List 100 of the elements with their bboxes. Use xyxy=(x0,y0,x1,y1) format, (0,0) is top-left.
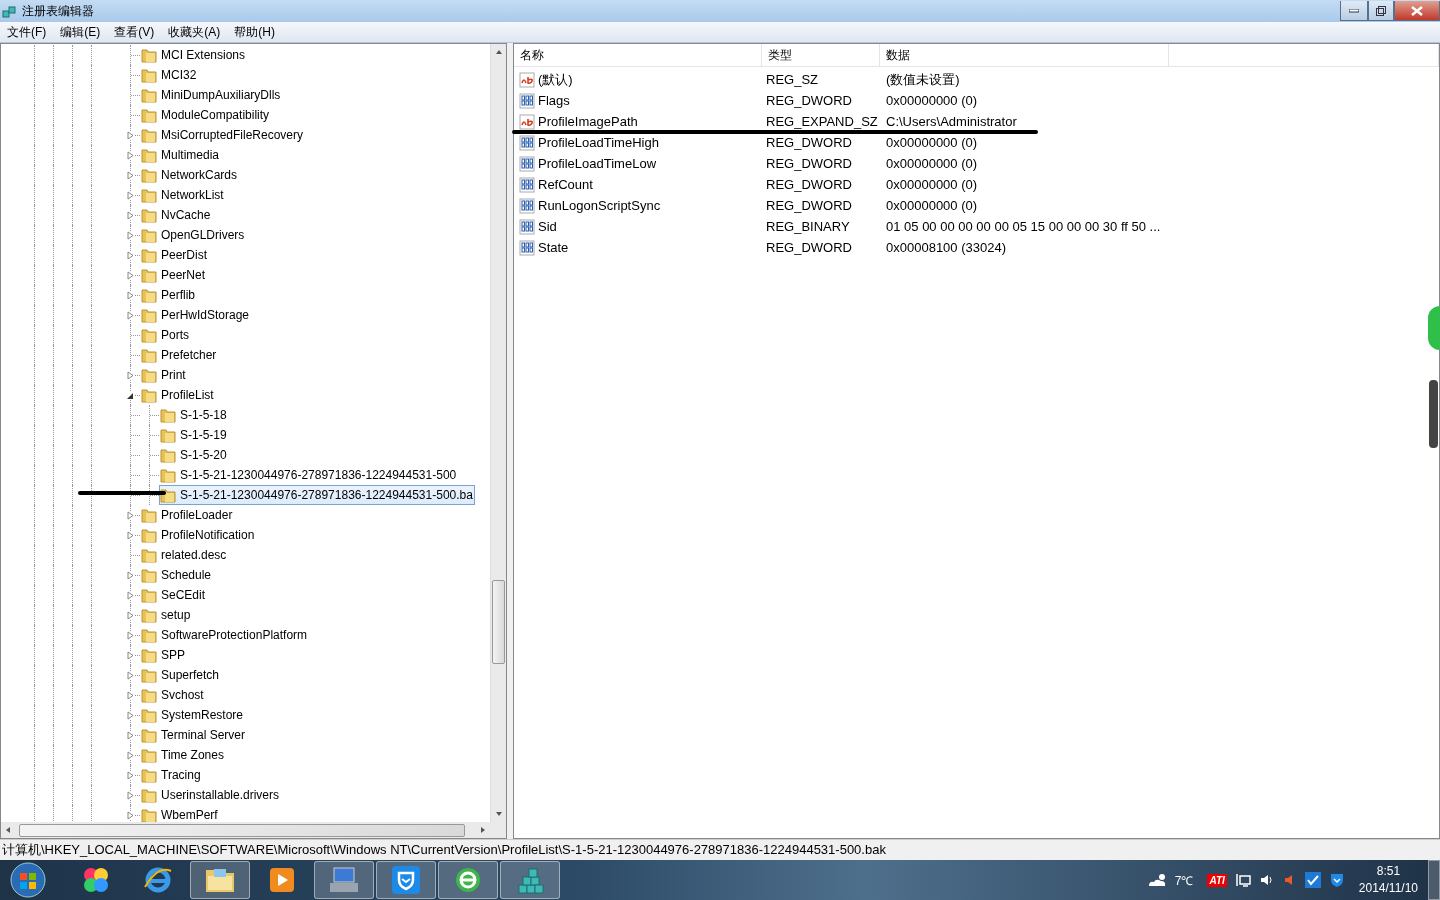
taskbar-app-button[interactable] xyxy=(376,861,436,899)
tree-item[interactable]: Print xyxy=(140,365,188,385)
tree-item[interactable]: SoftwareProtectionPlatform xyxy=(140,625,310,645)
clock[interactable]: 8:51 2014/11/10 xyxy=(1358,863,1418,897)
scrollbar-thumb[interactable] xyxy=(492,580,505,664)
tree-item[interactable]: Userinstallable.drivers xyxy=(140,785,282,805)
column-header[interactable]: 类型 xyxy=(762,44,880,66)
expand-arrow-icon[interactable] xyxy=(127,370,134,380)
tree-item[interactable]: S-1-5-18 xyxy=(159,405,229,425)
expand-arrow-icon[interactable] xyxy=(127,170,134,180)
scrollbar-thumb[interactable] xyxy=(19,823,465,837)
show-desktop-button[interactable] xyxy=(1428,860,1440,900)
tree-item[interactable]: setup xyxy=(140,605,193,625)
tree-item[interactable]: Terminal Server xyxy=(140,725,248,745)
expand-arrow-icon[interactable] xyxy=(127,630,134,640)
tree-item[interactable]: S-1-5-21-1230044976-278971836-1224944531-500.ba xyxy=(159,485,475,505)
vertical-scrollbar[interactable] xyxy=(490,44,506,822)
value-name-cell[interactable]: RunLogonScriptSync xyxy=(514,197,766,214)
horizontal-scrollbar[interactable] xyxy=(1,822,506,838)
floating-widget[interactable] xyxy=(1428,306,1440,350)
tray-badge[interactable]: ATI xyxy=(1207,873,1227,887)
menu-item[interactable]: 文件(F) xyxy=(0,23,54,41)
column-header[interactable]: 数据 xyxy=(880,44,1169,66)
tree-item[interactable]: MCI32 xyxy=(140,65,199,85)
expand-arrow-icon[interactable] xyxy=(127,230,134,240)
expand-arrow-icon[interactable] xyxy=(127,530,134,540)
expand-arrow-icon[interactable] xyxy=(127,190,134,200)
tree-item[interactable]: S-1-5-19 xyxy=(159,425,229,445)
tree-item[interactable]: SPP xyxy=(140,645,187,665)
tree-item[interactable]: Ports xyxy=(140,325,191,345)
expand-arrow-icon[interactable] xyxy=(127,750,134,760)
tree-item[interactable]: WbemPerf xyxy=(140,805,220,822)
column-header[interactable]: 名称 xyxy=(514,44,762,66)
expand-arrow-icon[interactable] xyxy=(127,670,134,680)
expand-arrow-icon[interactable] xyxy=(127,590,134,600)
tree-item[interactable]: Superfetch xyxy=(140,665,222,685)
side-handle[interactable] xyxy=(1429,380,1438,448)
tree-item[interactable]: NvCache xyxy=(140,205,213,225)
expand-arrow-icon[interactable] xyxy=(127,810,134,820)
tree-item[interactable]: PerHwIdStorage xyxy=(140,305,252,325)
temperature-text[interactable]: 7℃ xyxy=(1174,871,1194,889)
network-icon[interactable] xyxy=(1234,872,1251,888)
tree-item[interactable]: MsiCorruptedFileRecovery xyxy=(140,125,306,145)
tree-item[interactable]: NetworkList xyxy=(140,185,226,205)
tree-item[interactable]: PeerNet xyxy=(140,265,208,285)
expand-arrow-icon[interactable] xyxy=(127,150,134,160)
tree-item[interactable]: ModuleCompatibility xyxy=(140,105,272,125)
tree-item[interactable]: S-1-5-21-1230044976-278971836-1224944531-500 xyxy=(159,465,459,485)
minimize-button[interactable] xyxy=(1340,1,1368,21)
expand-arrow-icon[interactable] xyxy=(127,570,134,580)
tree-item[interactable]: NetworkCards xyxy=(140,165,240,185)
taskbar-app-button[interactable] xyxy=(190,861,250,899)
restore-button[interactable] xyxy=(1368,1,1394,21)
start-orb-icon[interactable] xyxy=(8,861,48,899)
value-name-cell[interactable]: (默认) xyxy=(514,70,766,89)
tree-item[interactable]: Schedule xyxy=(140,565,214,585)
app-tray-icon[interactable] xyxy=(1304,872,1321,888)
expand-arrow-icon[interactable] xyxy=(127,270,134,280)
expand-arrow-icon[interactable] xyxy=(127,210,134,220)
expand-arrow-icon[interactable] xyxy=(127,790,134,800)
value-name-cell[interactable]: ProfileLoadTimeLow xyxy=(514,155,766,172)
tree-item[interactable]: Perflib xyxy=(140,285,197,305)
tree-item[interactable]: ProfileList xyxy=(140,385,216,405)
menu-item[interactable]: 编辑(E) xyxy=(53,23,108,41)
shield-icon[interactable] xyxy=(1328,872,1345,888)
value-name-cell[interactable]: Flags xyxy=(514,92,766,109)
close-button[interactable] xyxy=(1394,1,1440,21)
expand-arrow-icon[interactable] xyxy=(127,610,134,620)
tree-item[interactable]: ProfileNotification xyxy=(140,525,257,545)
tree-item[interactable]: SystemRestore xyxy=(140,705,246,725)
value-name-cell[interactable]: Sid xyxy=(514,218,766,235)
tree-item[interactable]: MiniDumpAuxiliaryDlls xyxy=(140,85,283,105)
tree-item[interactable]: Time Zones xyxy=(140,745,226,765)
expand-arrow-icon[interactable] xyxy=(127,710,134,720)
tree-item[interactable]: MCI Extensions xyxy=(140,45,248,65)
tree-item[interactable]: S-1-5-20 xyxy=(159,445,229,465)
tree-item[interactable]: ProfileLoader xyxy=(140,505,235,525)
value-name-cell[interactable]: ProfileImagePath xyxy=(514,113,766,130)
tree-item[interactable]: Prefetcher xyxy=(140,345,219,365)
collapse-arrow-icon[interactable] xyxy=(127,390,134,400)
speaker-icon[interactable] xyxy=(1258,872,1275,888)
tree-item[interactable]: Multimedia xyxy=(140,145,222,165)
value-name-cell[interactable]: ProfileLoadTimeHigh xyxy=(514,134,766,151)
tree-item[interactable]: PeerDist xyxy=(140,245,209,265)
expand-arrow-icon[interactable] xyxy=(127,310,134,320)
tree-item[interactable]: Tracing xyxy=(140,765,203,785)
tree-item[interactable]: OpenGLDrivers xyxy=(140,225,247,245)
expand-arrow-icon[interactable] xyxy=(127,250,134,260)
expand-arrow-icon[interactable] xyxy=(127,650,134,660)
value-name-cell[interactable]: RefCount xyxy=(514,176,766,193)
expand-arrow-icon[interactable] xyxy=(127,690,134,700)
tree-item[interactable]: related.desc xyxy=(140,545,229,565)
taskbar-app-button[interactable] xyxy=(438,861,498,899)
expand-arrow-icon[interactable] xyxy=(127,770,134,780)
tree-item[interactable]: SeCEdit xyxy=(140,585,208,605)
tree-item[interactable]: Svchost xyxy=(140,685,206,705)
menu-item[interactable]: 查看(V) xyxy=(107,23,162,41)
expand-arrow-icon[interactable] xyxy=(127,130,134,140)
value-name-cell[interactable]: State xyxy=(514,239,766,256)
expand-arrow-icon[interactable] xyxy=(127,510,134,520)
